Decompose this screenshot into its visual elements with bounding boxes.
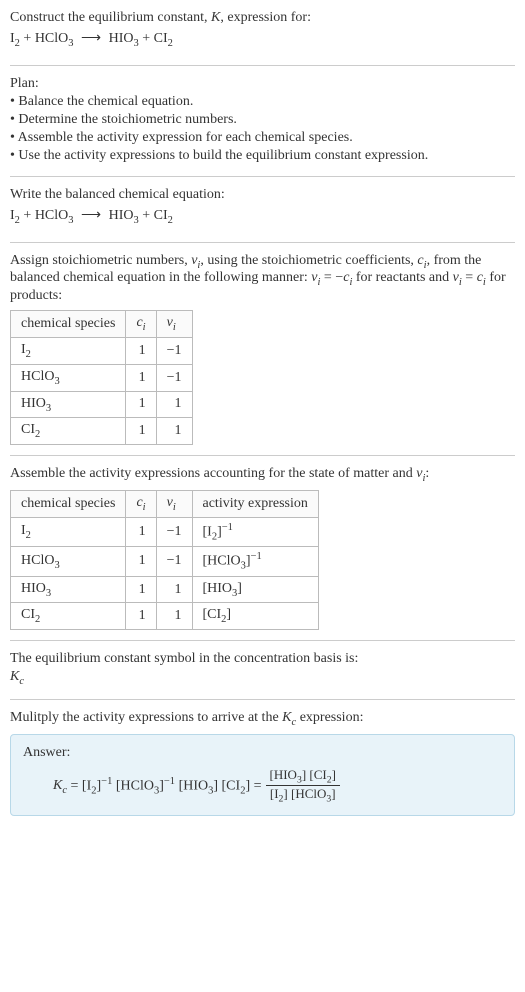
cell-c: 1 [126, 603, 156, 630]
plan-item: • Balance the chemical equation. [10, 94, 515, 110]
cell-c: 1 [126, 517, 156, 546]
assign-section: Assign stoichiometric numbers, νi, using… [10, 253, 515, 457]
symbol-section: The equilibrium constant symbol in the c… [10, 651, 515, 700]
plan-item: • Determine the stoichiometric numbers. [10, 112, 515, 128]
col-v: νi [156, 311, 192, 338]
balanced-section: Write the balanced chemical equation: I2… [10, 187, 515, 243]
plan-list: • Balance the chemical equation. • Determ… [10, 94, 515, 164]
cell-species: I2 [11, 337, 126, 364]
cell-v: 1 [156, 391, 192, 418]
cell-activity: [HClO3]−1 [192, 547, 318, 576]
table-row: CI211 [11, 418, 193, 445]
prompt-line: Construct the equilibrium constant, K, e… [10, 10, 515, 26]
col-c: ci [126, 311, 156, 338]
table-row: HIO311 [11, 391, 193, 418]
cell-v: −1 [156, 547, 192, 576]
balanced-equation: I2 + HClO3 ⟶ HIO3 + CI2 [10, 207, 515, 226]
cell-v: −1 [156, 517, 192, 546]
plan-section: Plan: • Balance the chemical equation.• … [10, 76, 515, 177]
col-activity: activity expression [192, 490, 318, 517]
cell-activity: [CI2] [192, 603, 318, 630]
plan-item: • Assemble the activity expression for e… [10, 130, 515, 146]
answer-label: Answer: [23, 745, 502, 761]
cell-v: 1 [156, 418, 192, 445]
answer-lhs: Kc = [I2]−1 [HClO3]−1 [HIO3] [CI2] = [53, 776, 262, 796]
answer-expression: Kc = [I2]−1 [HClO3]−1 [HIO3] [CI2] = [HI… [23, 767, 502, 805]
stoich-table-1: chemical species ci νi I21−1HClO31−1HIO3… [10, 310, 193, 445]
prompt-lead: Construct the equilibrium constant, [10, 10, 211, 25]
col-v: νi [156, 490, 192, 517]
cell-c: 1 [126, 391, 156, 418]
cell-v: −1 [156, 364, 192, 391]
cell-c: 1 [126, 337, 156, 364]
cell-c: 1 [126, 418, 156, 445]
cell-v: 1 [156, 603, 192, 630]
cell-species: CI2 [11, 418, 126, 445]
cell-v: −1 [156, 337, 192, 364]
cell-c: 1 [126, 547, 156, 576]
activity-lead: Assemble the activity expressions accoun… [10, 466, 515, 484]
stoich-table-2: chemical species ci νi activity expressi… [10, 490, 319, 630]
multiply-section: Mulitply the activity expressions to arr… [10, 710, 515, 816]
cell-c: 1 [126, 364, 156, 391]
table-row: I21−1 [11, 337, 193, 364]
prompt-equation: I2 + HClO3 ⟶ HIO3 + CI2 [10, 30, 515, 49]
prompt-K: K [211, 10, 220, 25]
col-species: chemical species [11, 311, 126, 338]
answer-box: Answer: Kc = [I2]−1 [HClO3]−1 [HIO3] [CI… [10, 734, 515, 816]
plan-title: Plan: [10, 76, 515, 92]
prompt-lead2: , expression for: [220, 10, 311, 25]
prompt-section: Construct the equilibrium constant, K, e… [10, 10, 515, 66]
multiply-lead: Mulitply the activity expressions to arr… [10, 710, 515, 728]
symbol-lead: The equilibrium constant symbol in the c… [10, 651, 515, 667]
cell-species: HIO3 [11, 576, 126, 603]
cell-species: HIO3 [11, 391, 126, 418]
cell-species: HClO3 [11, 547, 126, 576]
assign-text: Assign stoichiometric numbers, νi, using… [10, 253, 515, 305]
cell-species: I2 [11, 517, 126, 546]
cell-species: HClO3 [11, 364, 126, 391]
fraction-numerator: [HIO3] [CI2] [266, 767, 340, 786]
cell-activity: [I2]−1 [192, 517, 318, 546]
cell-species: CI2 [11, 603, 126, 630]
col-c: ci [126, 490, 156, 517]
table-row: CI211[CI2] [11, 603, 319, 630]
cell-activity: [HIO3] [192, 576, 318, 603]
cell-c: 1 [126, 576, 156, 603]
cell-v: 1 [156, 576, 192, 603]
table-row: HClO31−1[HClO3]−1 [11, 547, 319, 576]
answer-fraction: [HIO3] [CI2] [I2] [HClO3] [266, 767, 340, 805]
col-species: chemical species [11, 490, 126, 517]
table-row: I21−1[I2]−1 [11, 517, 319, 546]
table-row: HIO311[HIO3] [11, 576, 319, 603]
table-row: HClO31−1 [11, 364, 193, 391]
plan-item: • Use the activity expressions to build … [10, 148, 515, 164]
fraction-denominator: [I2] [HClO3] [266, 785, 340, 805]
balanced-lead: Write the balanced chemical equation: [10, 187, 515, 203]
activity-section: Assemble the activity expressions accoun… [10, 466, 515, 641]
symbol-value: Kc [10, 669, 515, 687]
